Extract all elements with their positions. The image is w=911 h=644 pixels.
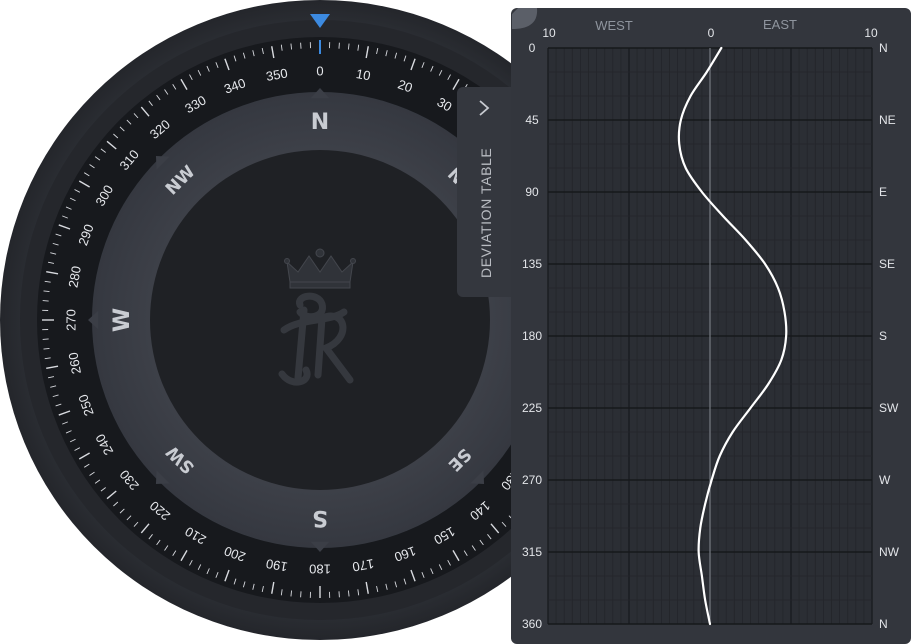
heading-label: 135 <box>522 257 542 271</box>
direction-label: N <box>879 41 888 55</box>
heading-label: 225 <box>522 401 542 415</box>
heading-label: 90 <box>525 185 539 199</box>
direction-label: E <box>879 185 887 199</box>
heading-label: 360 <box>522 617 542 631</box>
east-header: EAST <box>763 17 797 32</box>
direction-label: NE <box>879 113 896 127</box>
direction-label: N <box>879 617 888 631</box>
deviation-table-panel: WEST EAST 10 0 10 0 45 90 135 180 225 270 315 36… <box>511 8 911 644</box>
heading-label: 270 <box>522 473 542 487</box>
heading-label: 315 <box>522 545 542 559</box>
x-tick-west: 10 <box>542 26 556 40</box>
heading-label: 45 <box>525 113 539 127</box>
x-tick-zero: 0 <box>708 26 715 40</box>
tab-label: DEVIATION TABLE <box>478 148 494 278</box>
x-tick-east: 10 <box>864 26 878 40</box>
direction-label: S <box>879 329 887 343</box>
direction-label: SE <box>879 257 895 271</box>
west-header: WEST <box>595 18 633 33</box>
heading-label: 0 <box>529 41 536 55</box>
heading-label: 180 <box>522 329 542 343</box>
direction-label: W <box>879 473 891 487</box>
direction-label: NW <box>879 545 900 559</box>
direction-label: SW <box>879 401 899 415</box>
